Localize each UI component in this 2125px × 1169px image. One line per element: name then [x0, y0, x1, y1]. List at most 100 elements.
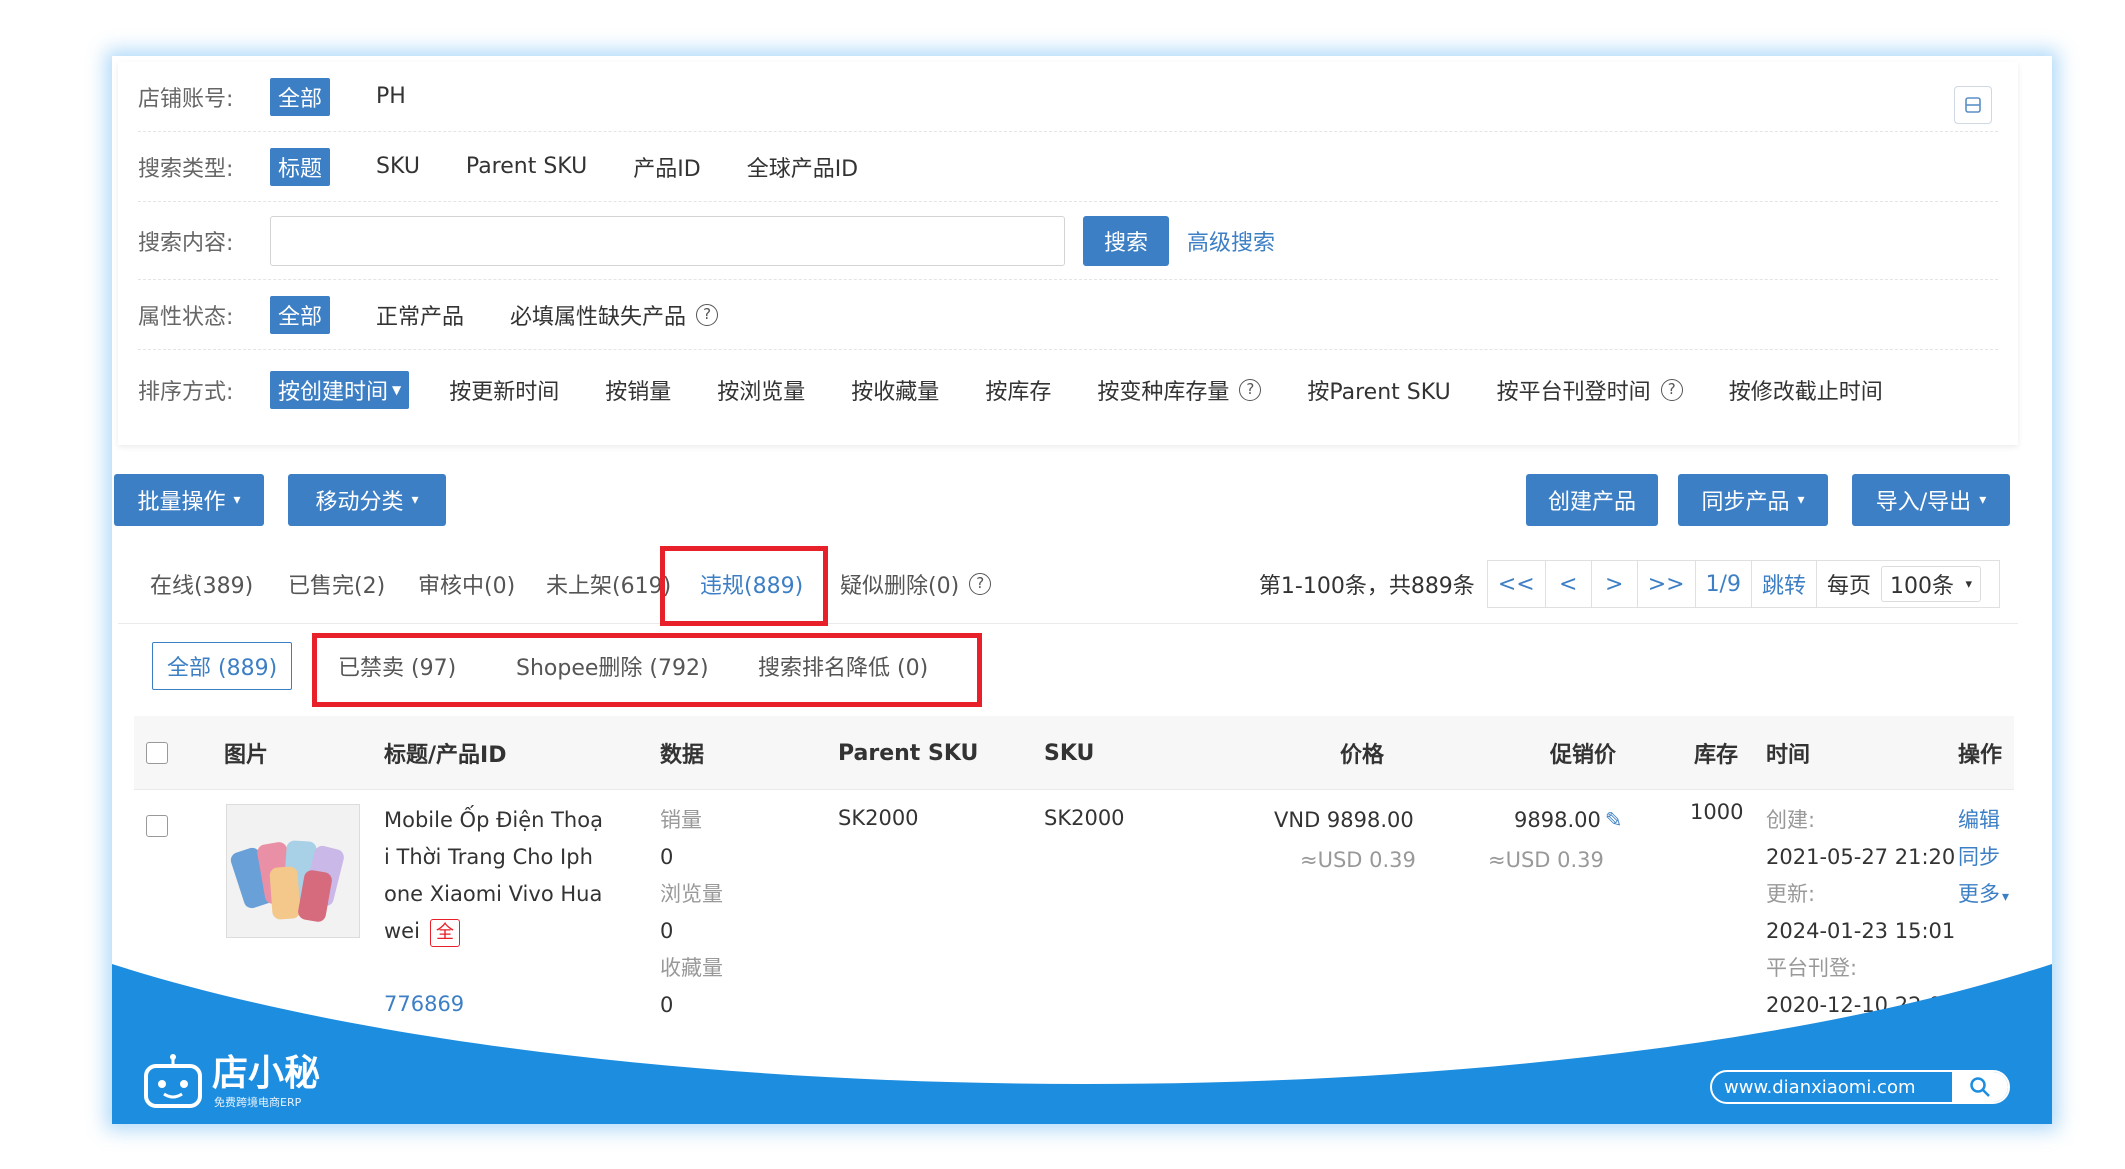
sort-by-favorites[interactable]: 按收藏量 — [851, 374, 939, 406]
col-sku: SKU — [1044, 740, 1095, 766]
sort-by-created-label: 按创建时间 — [278, 380, 389, 405]
attr-status-missing[interactable]: 必填属性缺失产品? — [510, 299, 719, 331]
sort-by-sales[interactable]: 按销量 — [605, 374, 671, 406]
sync-product-label: 同步产品 — [1701, 490, 1790, 515]
advanced-search-link[interactable]: 高级搜索 — [1187, 225, 1275, 257]
brand-logo: 店小秘 免费跨境电商ERP — [142, 1054, 320, 1110]
sort-by-variant-stock[interactable]: 按变种库存量? — [1097, 374, 1262, 406]
search-type-product-id[interactable]: 产品ID — [633, 151, 700, 183]
col-data: 数据 — [660, 743, 705, 768]
sort-by-updated[interactable]: 按更新时间 — [449, 374, 559, 406]
jump-button[interactable]: 跳转 — [1751, 560, 1817, 608]
help-icon[interactable]: ? — [1239, 379, 1262, 401]
create-product-button[interactable]: 创建产品 — [1526, 474, 1658, 526]
promo-price-cell: 9898.00 ✎ — [1514, 802, 1622, 839]
product-image[interactable] — [226, 804, 360, 938]
move-category-label: 移动分类 — [315, 490, 404, 515]
search-type-parent-sku[interactable]: Parent SKU — [466, 154, 587, 179]
search-type-sku[interactable]: SKU — [376, 154, 420, 179]
search-type-row: 搜索类型: 标题 SKU Parent SKU 产品ID 全球产品ID — [138, 132, 1998, 202]
store-option-all[interactable]: 全部 — [270, 77, 331, 116]
subtab-all[interactable]: 全部 (889) — [152, 642, 293, 690]
product-title-line-3: one Xiaomi Vivo Hua — [384, 882, 603, 906]
sort-by-stock[interactable]: 按库存 — [985, 374, 1051, 406]
more-link[interactable]: 更多 ▾ — [1958, 876, 2009, 916]
col-parent-sku: Parent SKU — [838, 740, 979, 766]
help-icon[interactable]: ? — [1660, 379, 1683, 401]
tab-violation[interactable]: 违规(889) — [700, 544, 803, 624]
per-page-select[interactable]: 100条 ▾ — [1881, 566, 1981, 602]
edit-link[interactable]: 编辑 — [1958, 802, 2000, 839]
search-type-title[interactable]: 标题 — [270, 147, 331, 186]
sync-link[interactable]: 同步 — [1958, 839, 2000, 876]
app-frame: 店铺账号: 全部 PH 搜索类型: 标题 SKU Parent SKU 产品ID… — [112, 56, 2052, 1124]
data-sales-label: 销量 — [660, 808, 702, 832]
parent-sku-value: SK2000 — [838, 806, 919, 830]
tab-suspected-deleted[interactable]: 疑似删除(0)? — [840, 544, 992, 624]
per-page-value: 100条 — [1890, 574, 1954, 599]
batch-operation-label: 批量操作 — [137, 490, 226, 515]
product-id-link[interactable]: 776869 — [384, 986, 464, 1023]
edit-icon[interactable]: ✎ — [1605, 808, 1623, 832]
col-title: 标题/产品ID — [384, 743, 507, 768]
chevron-down-icon: ▾ — [2002, 889, 2010, 905]
promo-usd-value: ≈USD 0.39 — [1488, 848, 1604, 872]
chevron-down-icon: ▾ — [1965, 576, 1972, 592]
pagination: 第1-100条，共889条 << < > >> 1/9 跳转 每页 100条 ▾ — [1259, 560, 2000, 608]
sort-by-deadline[interactable]: 按修改截止时间 — [1729, 374, 1883, 406]
pagination-info: 第1-100条，共889条 — [1258, 574, 1475, 599]
sort-by-created[interactable]: 按创建时间 ▼ — [270, 371, 410, 409]
time-created-value: 2021-05-27 21:20 — [1766, 845, 1956, 869]
help-icon[interactable]: ? — [696, 303, 719, 326]
chevron-down-icon: ▾ — [1979, 492, 1987, 508]
tab-online[interactable]: 在线(389) — [150, 544, 253, 624]
table-header: 图片 标题/产品ID 数据 Parent SKU SKU 价格 促销价 库存 时… — [134, 716, 2014, 790]
batch-operation-button[interactable]: 批量操作 ▾ — [114, 474, 264, 526]
checkbox-box — [146, 742, 168, 764]
subtab-shopee-deleted[interactable]: Shopee删除 (792) — [516, 642, 709, 690]
tab-unlisted[interactable]: 未上架(619) — [546, 544, 671, 624]
attr-status-normal[interactable]: 正常产品 — [376, 299, 464, 331]
sync-product-button[interactable]: 同步产品 ▾ — [1678, 474, 1828, 526]
search-button[interactable]: 搜索 — [1083, 215, 1169, 266]
page-indicator[interactable]: 1/9 — [1695, 560, 1752, 608]
stock-value: 1000 — [1690, 800, 1744, 824]
import-export-button[interactable]: 导入/导出 ▾ — [1852, 474, 2010, 526]
tab-reviewing[interactable]: 审核中(0) — [418, 544, 515, 624]
help-icon[interactable]: ? — [969, 573, 992, 595]
sort-label: 排序方式: — [138, 380, 234, 405]
product-title-line-2: i Thời Trang Cho Iph — [384, 845, 593, 869]
chevron-down-icon: ▾ — [1797, 492, 1805, 508]
more-link-label: 更多 — [1958, 882, 2000, 906]
col-stock: 库存 — [1694, 743, 1739, 768]
sort-by-variant-stock-label: 按变种库存量 — [1097, 380, 1230, 405]
data-sales-value: 0 — [660, 845, 674, 869]
attr-status-label: 属性状态: — [138, 304, 234, 330]
move-category-button[interactable]: 移动分类 ▾ — [288, 474, 446, 526]
sort-by-views[interactable]: 按浏览量 — [717, 374, 805, 406]
sort-by-parent-sku[interactable]: 按Parent SKU — [1307, 374, 1450, 406]
select-all-checkbox[interactable] — [146, 716, 168, 790]
search-input[interactable] — [270, 215, 1065, 266]
sort-by-listing-time[interactable]: 按平台刊登时间? — [1497, 374, 1683, 406]
tab-sold-out[interactable]: 已售完(2) — [288, 544, 385, 624]
next-page-button[interactable]: > — [1591, 560, 1638, 608]
row-checkbox[interactable] — [146, 812, 168, 849]
subtab-rank-lowered[interactable]: 搜索排名降低 (0) — [758, 642, 928, 690]
brand-text: 店小秘 免费跨境电商ERP — [204, 1054, 320, 1110]
time-deadline-label: 违规修改截... — [1766, 1030, 1892, 1054]
col-actions: 操作 — [1958, 743, 2003, 768]
promo-price-value: 9898.00 — [1514, 808, 1601, 832]
search-type-global-id[interactable]: 全球产品ID — [747, 151, 858, 183]
sku-value: SK2000 — [1044, 806, 1125, 830]
last-page-button[interactable]: >> — [1637, 560, 1696, 608]
col-time: 时间 — [1766, 743, 1811, 768]
attr-status-all[interactable]: 全部 — [270, 295, 331, 334]
caret-down-icon: ▼ — [392, 383, 402, 397]
prev-page-button[interactable]: < — [1545, 560, 1592, 608]
import-export-label: 导入/导出 — [1875, 490, 1972, 515]
store-option-ph[interactable]: PH — [376, 84, 406, 109]
first-page-button[interactable]: << — [1486, 560, 1546, 608]
subtab-banned[interactable]: 已禁卖 (97) — [338, 642, 456, 690]
time-listed-value: 2020-12-10 22:02 — [1766, 993, 1956, 1017]
